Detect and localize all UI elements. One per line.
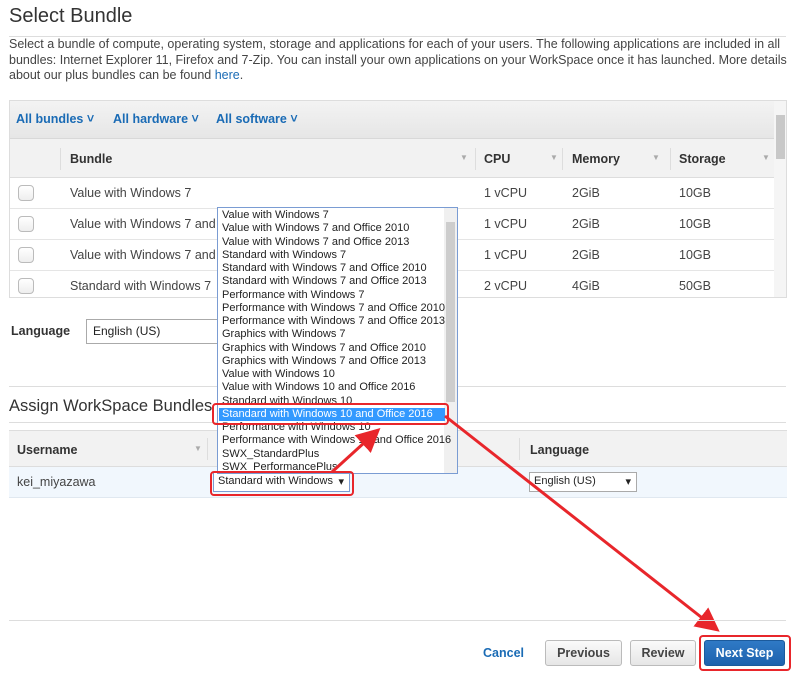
previous-button[interactable]: Previous [545, 640, 622, 666]
annotation-arrows [330, 414, 720, 632]
review-button[interactable]: Review [630, 640, 696, 666]
next-step-button[interactable]: Next Step [704, 640, 785, 666]
cancel-button[interactable]: Cancel [483, 646, 524, 660]
divider [9, 620, 786, 621]
arrow-icon [330, 427, 381, 474]
arrow-icon [444, 414, 720, 632]
